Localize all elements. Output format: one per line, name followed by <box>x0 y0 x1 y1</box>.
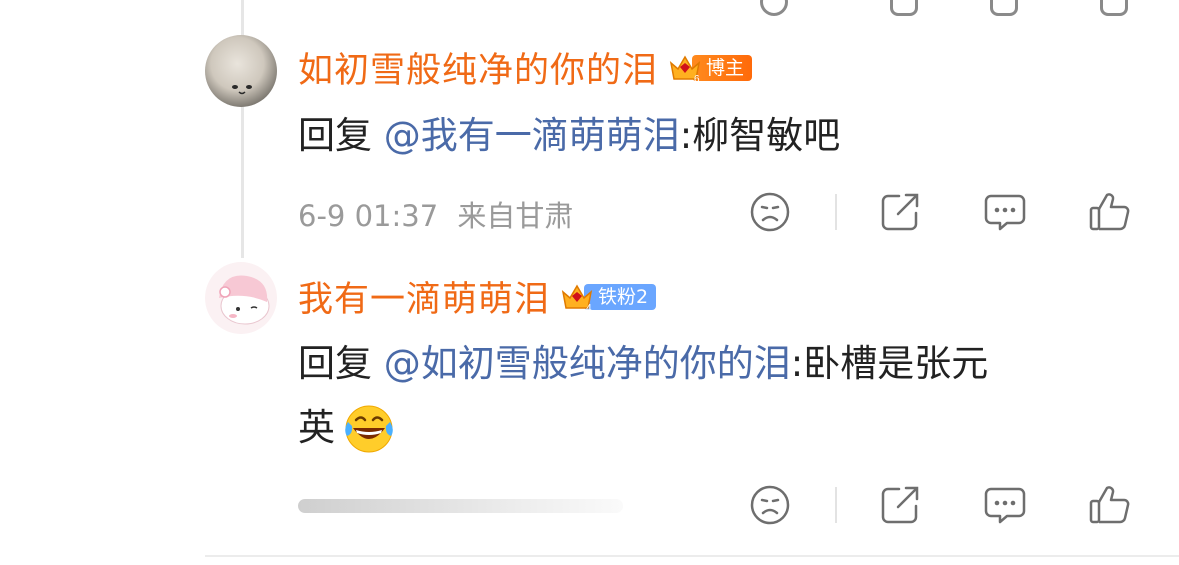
mention-link[interactable]: @如初雪般纯净的你的泪 <box>384 342 791 385</box>
user-avatar[interactable] <box>205 35 277 107</box>
white-cat-face-avatar-icon <box>232 85 252 95</box>
username-row: 我有一滴萌萌泪 4 铁粉2 <box>298 271 657 322</box>
comment-icon <box>984 487 1026 524</box>
previous-comment-actions-cropped <box>480 0 1179 16</box>
share-icon <box>881 486 919 524</box>
dislike-icon <box>750 192 790 232</box>
comment-actions <box>0 483 1179 533</box>
mention-link[interactable]: @我有一滴萌萌泪 <box>384 114 680 157</box>
dislike-icon <box>750 485 790 525</box>
fan-badge[interactable]: 4 铁粉2 <box>560 282 657 314</box>
comment-body-continued: 英 <box>298 406 335 449</box>
svg-text:6: 6 <box>694 74 700 85</box>
like-button[interactable] <box>1088 190 1132 234</box>
action-separator <box>835 487 837 523</box>
badge-label: 铁粉2 <box>584 283 657 310</box>
like-icon <box>1089 486 1130 524</box>
crown-level-icon: 4 <box>561 284 593 314</box>
comment-body: :柳智敏吧 <box>679 114 841 157</box>
username[interactable]: 我有一滴萌萌泪 <box>298 271 550 322</box>
username-row: 如初雪般纯净的你的泪 6 博主 <box>298 42 753 93</box>
dislike-button[interactable] <box>748 483 792 527</box>
comment-button[interactable] <box>983 483 1027 527</box>
comment-actions <box>0 190 1179 240</box>
crown-level-icon: 6 <box>669 55 701 85</box>
comment-text[interactable]: 回复 @我有一滴萌萌泪:柳智敏吧 <box>298 108 1138 164</box>
share-button[interactable] <box>878 483 922 527</box>
reply-prefix: 回复 <box>298 114 372 157</box>
share-button[interactable] <box>878 190 922 234</box>
comment-body: :卧槽是张元 <box>790 342 989 385</box>
comment-icon <box>984 194 1026 231</box>
dislike-button[interactable] <box>748 190 792 234</box>
blogger-badge[interactable]: 6 博主 <box>668 53 753 85</box>
my-melody-avatar-icon <box>219 275 270 325</box>
share-icon <box>881 193 919 231</box>
comment-text[interactable]: 回复 @如初雪般纯净的你的泪:卧槽是张元 英 <box>298 336 1138 456</box>
username[interactable]: 如初雪般纯净的你的泪 <box>298 42 658 93</box>
svg-text:4: 4 <box>586 303 592 314</box>
like-icon <box>1089 193 1130 231</box>
reply-prefix: 回复 <box>298 342 372 385</box>
comment-divider <box>205 555 1179 557</box>
action-separator <box>835 194 837 230</box>
user-avatar[interactable] <box>205 262 277 334</box>
laughing-tears-emoji-icon <box>345 405 393 453</box>
comment-button[interactable] <box>983 190 1027 234</box>
like-button[interactable] <box>1088 483 1132 527</box>
